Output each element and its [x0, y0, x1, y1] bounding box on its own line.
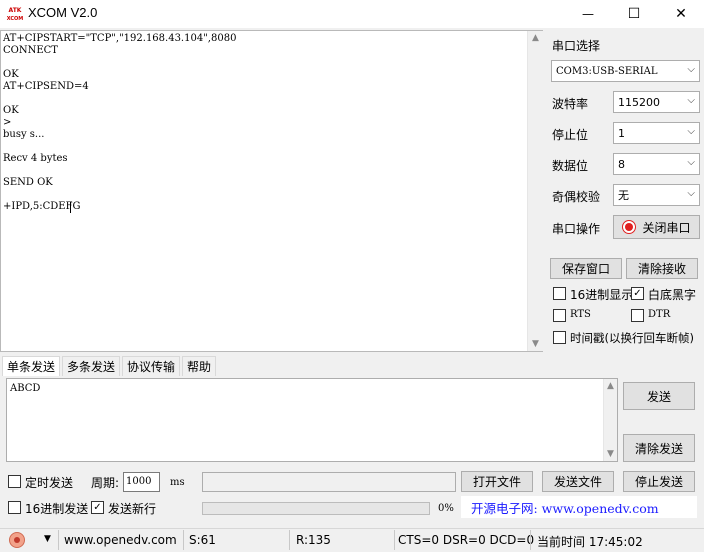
send-button[interactable]: 发送 [623, 382, 695, 410]
chevron-down-icon: ⌵ [687, 126, 695, 137]
timestamp-checkbox[interactable] [553, 331, 566, 344]
file-path-input[interactable] [202, 472, 456, 492]
newline-checkbox[interactable]: ✓ [91, 501, 104, 514]
stop-send-button[interactable]: 停止发送 [623, 471, 695, 492]
status-divider [289, 530, 290, 550]
close-port-label: 关闭串口 [642, 220, 691, 235]
status-divider [183, 530, 184, 550]
progress-text: 0% [438, 503, 454, 514]
port-op-label: 串口操作 [552, 222, 601, 236]
white-bg-label: 白底黑字 [648, 288, 697, 302]
check-icon: ✓ [93, 501, 102, 513]
send-progress-bar [202, 502, 430, 515]
save-window-button[interactable]: 保存窗口 [550, 258, 622, 279]
svg-text:ATK: ATK [9, 7, 22, 14]
rts-checkbox[interactable] [553, 309, 566, 322]
check-icon: ✓ [633, 287, 642, 299]
caret-down-icon[interactable]: ▼ [44, 534, 51, 544]
app-logo-icon: ATK XCOM [6, 4, 24, 24]
clear-receive-button[interactable]: 清除接收 [626, 258, 698, 279]
scroll-up-icon[interactable]: ▲ [528, 31, 543, 45]
minimize-button[interactable]: — [565, 0, 611, 28]
hex-display-label: 16进制显示 [570, 288, 634, 302]
period-label: 周期: [91, 476, 120, 490]
dtr-checkbox[interactable] [631, 309, 644, 322]
receive-text: AT+CIPSTART="TCP","192.168.43.104",8080 … [3, 33, 237, 212]
close-icon: ✕ [675, 6, 687, 22]
parity-value: 无 [618, 189, 629, 202]
record-icon [622, 220, 637, 234]
promo-banner[interactable]: 开源电子网: www.openedv.com [461, 496, 697, 518]
baud-value: 115200 [618, 95, 660, 109]
stop-bits-value: 1 [618, 126, 625, 140]
status-received-count: R:135 [296, 533, 331, 547]
settings-icon[interactable] [9, 532, 25, 548]
baud-label: 波特率 [552, 97, 589, 111]
tab-multi-send[interactable]: 多条发送 [62, 356, 121, 376]
hex-display-checkbox[interactable] [553, 287, 566, 300]
baud-select[interactable]: 115200 ⌵ [613, 91, 700, 113]
timestamp-label: 时间戳(以换行回车断帧) [570, 331, 694, 345]
open-file-button[interactable]: 打开文件 [461, 471, 533, 492]
chevron-down-icon: ⌵ [687, 64, 695, 75]
hex-send-checkbox[interactable] [8, 501, 21, 514]
parity-label: 奇偶校验 [552, 190, 601, 204]
period-unit: ms [170, 477, 185, 488]
status-divider [394, 530, 395, 550]
data-bits-label: 数据位 [552, 159, 589, 173]
stop-bits-select[interactable]: 1 ⌵ [613, 122, 700, 144]
status-website[interactable]: www.openedv.com [64, 533, 177, 547]
send-scrollbar[interactable]: ▲ ▼ [603, 379, 617, 461]
port-select[interactable]: COM3:USB-SERIAL ⌵ [551, 60, 700, 82]
maximize-button[interactable]: ☐ [611, 0, 657, 28]
clear-send-button[interactable]: 清除发送 [623, 434, 695, 462]
chevron-down-icon: ⌵ [687, 188, 695, 199]
timed-send-label: 定时发送 [25, 476, 74, 490]
port-label: 串口选择 [552, 39, 601, 53]
close-button[interactable]: ✕ [658, 0, 704, 28]
dtr-label: DTR [648, 309, 671, 320]
status-time: 当前时间 17:45:02 [537, 535, 643, 549]
scroll-down-icon[interactable]: ▼ [604, 447, 617, 461]
chevron-down-icon: ⌵ [687, 157, 695, 168]
timed-send-checkbox[interactable] [8, 475, 21, 488]
scroll-down-icon[interactable]: ▼ [528, 337, 543, 351]
maximize-icon: ☐ [627, 6, 641, 22]
port-value: COM3:USB-SERIAL [556, 65, 658, 77]
receive-scrollbar[interactable]: ▲ ▼ [527, 31, 543, 351]
promo-link[interactable]: 开源电子网: www.openedv.com [471, 498, 659, 517]
white-bg-checkbox[interactable]: ✓ [631, 287, 644, 300]
text-cursor [70, 202, 71, 213]
window-title: XCOM V2.0 [28, 5, 98, 20]
newline-label: 发送新行 [108, 502, 157, 516]
status-divider [530, 530, 531, 550]
scroll-up-icon[interactable]: ▲ [604, 379, 617, 393]
send-file-button[interactable]: 发送文件 [542, 471, 614, 492]
send-textarea[interactable]: ABCD ▲ ▼ [6, 378, 618, 462]
data-bits-select[interactable]: 8 ⌵ [613, 153, 700, 175]
period-input[interactable]: 1000 [123, 472, 160, 492]
status-divider [58, 530, 59, 550]
status-sent-count: S:61 [189, 533, 216, 547]
svg-text:XCOM: XCOM [7, 16, 24, 22]
close-port-button[interactable]: 关闭串口 [613, 215, 700, 239]
minimize-icon: — [582, 7, 594, 21]
data-bits-value: 8 [618, 157, 625, 171]
parity-select[interactable]: 无 ⌵ [613, 184, 700, 206]
rts-label: RTS [570, 309, 591, 320]
stop-bits-label: 停止位 [552, 128, 589, 142]
tab-help[interactable]: 帮助 [182, 356, 217, 376]
tab-single-send[interactable]: 单条发送 [2, 356, 61, 376]
hex-send-label: 16进制发送 [25, 502, 89, 516]
status-lines: CTS=0 DSR=0 DCD=0 [398, 533, 535, 547]
send-text: ABCD [10, 383, 41, 394]
receive-textarea[interactable]: AT+CIPSTART="TCP","192.168.43.104",8080 … [0, 30, 543, 352]
tab-protocol[interactable]: 协议传输 [122, 356, 181, 376]
chevron-down-icon: ⌵ [687, 95, 695, 106]
